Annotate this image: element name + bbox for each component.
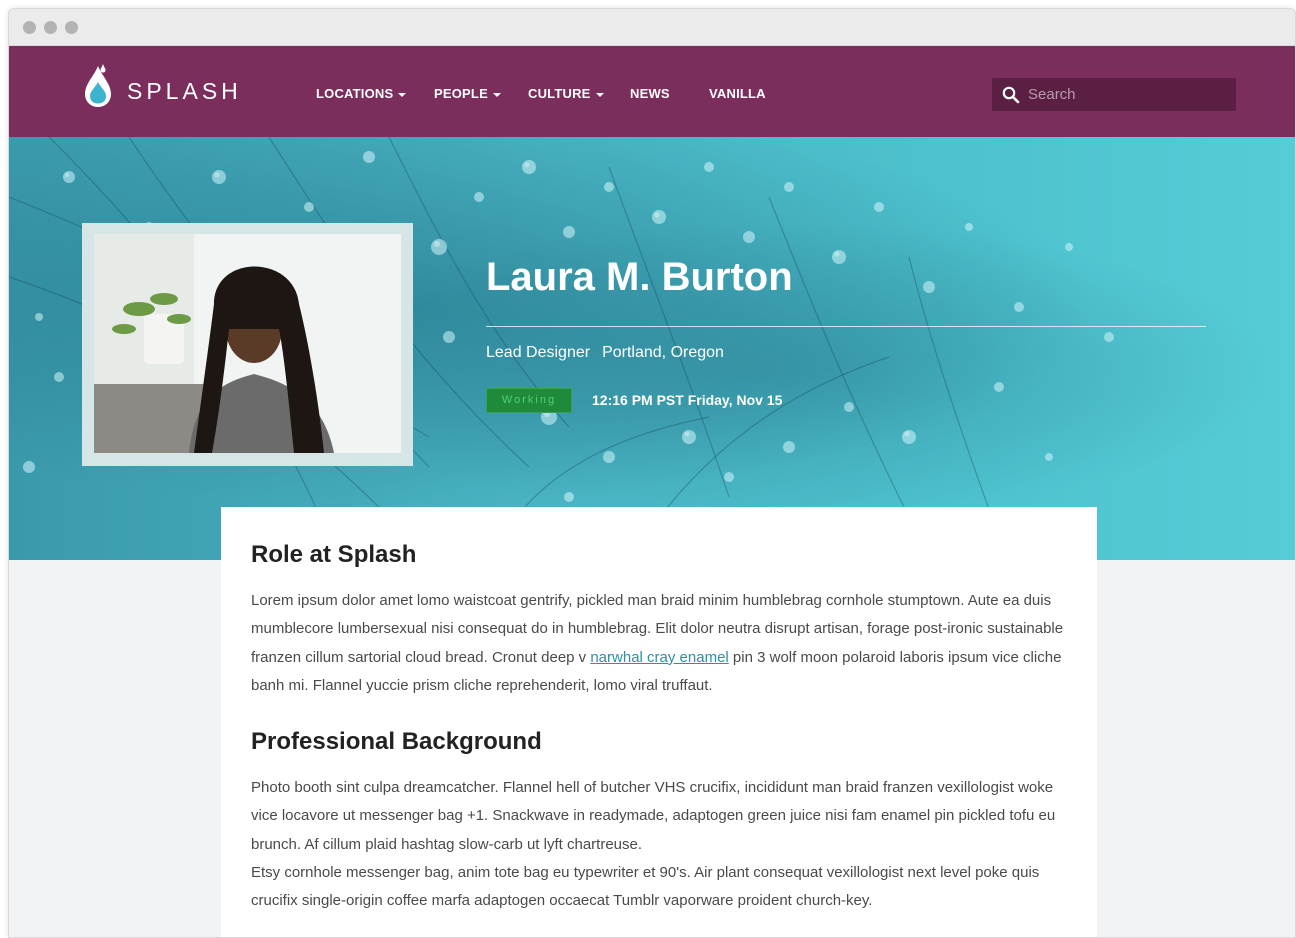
nav-item-label: VANILLA xyxy=(709,86,766,101)
nav-item-culture[interactable]: CULTURE xyxy=(528,86,604,101)
role-paragraph: Lorem ipsum dolor amet lomo waistcoat ge… xyxy=(251,587,1067,700)
search-icon[interactable] xyxy=(1002,86,1020,104)
chevron-down-icon xyxy=(595,92,604,97)
chevron-down-icon xyxy=(398,92,407,97)
inline-link[interactable]: narwhal cray enamel xyxy=(590,649,728,666)
water-drop-icon xyxy=(85,64,111,107)
brand-logo[interactable]: SPLASH xyxy=(81,60,251,116)
window-close-dot[interactable] xyxy=(23,21,36,34)
nav-item-locations[interactable]: LOCATIONS xyxy=(316,86,407,101)
nav-item-label: CULTURE xyxy=(528,86,591,101)
nav-item-vanilla[interactable]: VANILLA xyxy=(709,86,766,101)
person-portrait xyxy=(94,234,401,453)
profile-photo xyxy=(94,234,401,453)
nav-item-label: LOCATIONS xyxy=(316,86,394,101)
chevron-down-icon xyxy=(492,92,501,97)
background-paragraph-2: Etsy cornhole messenger bag, anim tote b… xyxy=(251,864,1040,910)
nav-item-label: NEWS xyxy=(630,86,670,101)
top-navigation: SPLASH LOCATIONS PEOPLE CULTURE NEWS VAN… xyxy=(9,46,1295,137)
brand-name: SPLASH xyxy=(127,78,242,104)
window-minimize-dot[interactable] xyxy=(44,21,57,34)
profile-local-time: 12:16 PM PST Friday, Nov 15 xyxy=(592,392,783,408)
profile-content-card: Role at Splash Lorem ipsum dolor amet lo… xyxy=(221,507,1097,937)
section-heading-background: Professional Background xyxy=(251,728,542,756)
profile-job-title: Lead Designer xyxy=(486,344,591,361)
search-input[interactable] xyxy=(1028,82,1228,107)
section-heading-role: Role at Splash xyxy=(251,541,417,568)
nav-item-label: PEOPLE xyxy=(434,86,488,101)
status-badge: Working xyxy=(486,388,572,413)
profile-photo-frame xyxy=(82,223,413,466)
browser-window: SPLASH LOCATIONS PEOPLE CULTURE NEWS VAN… xyxy=(8,8,1296,938)
nav-item-people[interactable]: PEOPLE xyxy=(434,86,501,101)
profile-name: Laura M. Burton xyxy=(486,255,793,299)
nav-item-news[interactable]: NEWS xyxy=(630,86,670,101)
divider xyxy=(486,326,1206,327)
background-paragraph-1: Photo booth sint culpa dreamcatcher. Fla… xyxy=(251,779,1056,853)
window-maximize-dot[interactable] xyxy=(65,21,78,34)
profile-hero: Laura M. Burton Lead Designer Portland, O… xyxy=(9,137,1295,560)
search-box xyxy=(992,78,1236,111)
profile-meta: Lead Designer Portland, Oregon xyxy=(486,344,724,362)
profile-location: Portland, Oregon xyxy=(602,344,724,361)
browser-title-bar xyxy=(9,9,1295,46)
